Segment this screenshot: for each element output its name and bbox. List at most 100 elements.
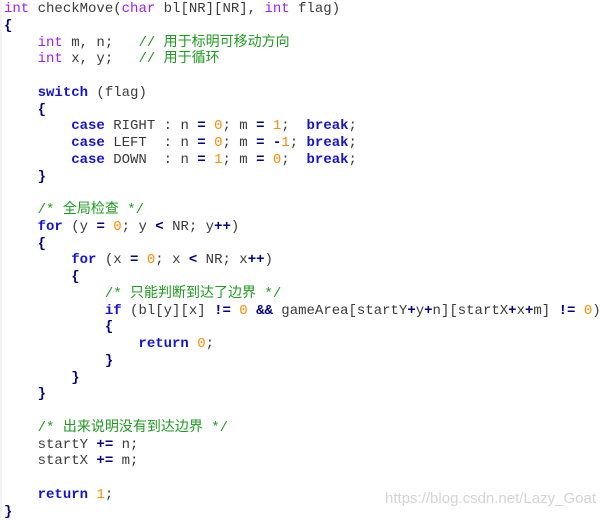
operator: != [214, 303, 231, 319]
code-line: /* 出来说明没有到达边界 */ [4, 420, 601, 437]
operator: < [155, 219, 163, 235]
code-text [206, 135, 214, 151]
code-text [4, 236, 38, 252]
code-text [575, 303, 583, 319]
operator: + [424, 303, 432, 319]
code-line: int m, n; // 用于标明可移动方向 [4, 35, 601, 52]
operator: + [508, 303, 516, 319]
code-text [264, 152, 272, 168]
number-literal: 1 [96, 487, 104, 503]
code-line: } [4, 386, 601, 403]
code-text [4, 319, 105, 335]
operator: } [105, 353, 113, 369]
code-text: m; [113, 453, 138, 469]
code-line: } [4, 370, 601, 387]
operator: = [197, 118, 205, 134]
operator: } [38, 169, 46, 185]
code-text: ; [105, 487, 113, 503]
code-line [4, 403, 601, 420]
comment: /* 只能判断到达了边界 */ [105, 286, 281, 302]
code-text: DOWN : n [105, 152, 197, 168]
operator: = [197, 135, 205, 151]
code-text [4, 152, 71, 168]
operator: = [197, 152, 205, 168]
type-keyword: int [38, 35, 63, 51]
code-text: ; [349, 152, 357, 168]
code-text [4, 51, 38, 67]
code-text: ; m [222, 118, 256, 134]
operator: && [256, 303, 273, 319]
comment: /* 出来说明没有到达边界 */ [38, 420, 228, 436]
code-line: { [4, 319, 601, 336]
code-text: startX [4, 453, 96, 469]
code-text: x [517, 303, 525, 319]
operator: = [96, 219, 104, 235]
comment: // 用于循环 [138, 51, 219, 67]
code-text [189, 336, 197, 352]
control-keyword: case [71, 152, 105, 168]
code-text: ; x [155, 252, 189, 268]
code-text: ) [265, 252, 273, 268]
code-text: NR; x [197, 252, 247, 268]
code-text [264, 135, 272, 151]
code-text [248, 303, 256, 319]
control-keyword: break [307, 152, 349, 168]
code-text: ; [281, 118, 306, 134]
operator: } [4, 504, 12, 520]
code-text: ) [592, 303, 600, 319]
code-text: ; [290, 135, 307, 151]
code-text [4, 420, 38, 436]
code-text [4, 118, 71, 134]
operator: { [71, 269, 79, 285]
code-line [4, 68, 601, 85]
code-text: n][startX [433, 303, 509, 319]
code-text: ; [349, 118, 357, 134]
editor-gutter [0, 0, 2, 517]
code-text: n; [113, 437, 138, 453]
code-text: RIGHT : n [105, 118, 197, 134]
operator: != [559, 303, 576, 319]
code-line: startY += n; [4, 437, 601, 454]
number-literal: 0 [239, 303, 247, 319]
code-line: { [4, 18, 601, 35]
type-keyword: int [264, 1, 289, 17]
code-text [206, 152, 214, 168]
code-text [4, 370, 71, 386]
code-text: (flag) [88, 85, 147, 101]
code-text: NR; y [164, 219, 214, 235]
code-text: LEFT : n [105, 135, 197, 151]
code-text: (x [96, 252, 130, 268]
number-literal: 1 [281, 135, 289, 151]
code-text [4, 303, 105, 319]
code-text [4, 286, 105, 302]
code-line: { [4, 236, 601, 253]
number-literal: 0 [113, 219, 121, 235]
operator: += [96, 453, 113, 469]
code-text: m] [533, 303, 558, 319]
code-editor[interactable]: int checkMove(char bl[NR][NR], int flag)… [4, 1, 601, 520]
code-text [4, 353, 105, 369]
control-keyword: if [105, 303, 122, 319]
code-text [4, 219, 38, 235]
code-text [4, 35, 38, 51]
operator: } [71, 370, 79, 386]
code-line: startX += m; [4, 453, 601, 470]
code-line [4, 470, 601, 487]
code-text: (y [63, 219, 97, 235]
type-keyword: int [38, 51, 63, 67]
code-text: ; y [122, 219, 156, 235]
code-text [206, 118, 214, 134]
code-line: case RIGHT : n = 0; m = 1; break; [4, 118, 601, 135]
control-keyword: for [38, 219, 63, 235]
code-text [4, 85, 38, 101]
code-line: for (x = 0; x < NR; x++) [4, 252, 601, 269]
code-text: ; [206, 336, 214, 352]
operator: { [105, 319, 113, 335]
code-line: int checkMove(char bl[NR][NR], int flag) [4, 1, 601, 18]
code-line: } [4, 353, 601, 370]
code-line [4, 185, 601, 202]
code-text [4, 386, 38, 402]
operator: ++ [214, 219, 231, 235]
control-keyword: case [71, 118, 105, 134]
code-text: flag) [290, 1, 340, 17]
